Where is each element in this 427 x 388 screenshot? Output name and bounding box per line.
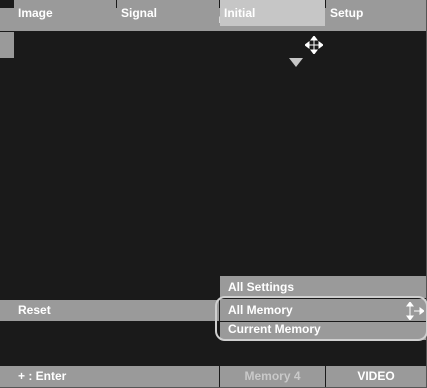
- move-icon: [305, 36, 323, 54]
- menu-window: Move Menu Window Image Signal Initial Se…: [0, 0, 427, 388]
- enter-hint: + : Enter: [14, 366, 219, 387]
- input-source-indicator: VIDEO: [326, 366, 426, 387]
- submenu-item-all-settings[interactable]: All Settings: [220, 276, 426, 298]
- updown-arrow-icon: [406, 302, 424, 320]
- reset-row-left-edge: [0, 300, 14, 321]
- submenu-item-all-memory[interactable]: All Memory: [220, 299, 426, 321]
- tab-signal[interactable]: Signal: [117, 0, 219, 26]
- memory-indicator: Memory 4: [220, 366, 325, 387]
- reset-submenu: All Settings All Memory Current Memory: [220, 276, 426, 341]
- status-bar: + : Enter Memory 4 VIDEO: [0, 366, 426, 387]
- tab-bar-left-edge: [0, 32, 14, 58]
- tab-image[interactable]: Image: [14, 0, 116, 26]
- active-tab-pointer: [289, 58, 303, 67]
- reset-menu-item[interactable]: Reset: [14, 300, 219, 321]
- tab-initial[interactable]: Initial: [220, 0, 325, 26]
- submenu-item-current-memory[interactable]: Current Memory: [220, 322, 426, 340]
- tab-setup[interactable]: Setup: [326, 0, 426, 26]
